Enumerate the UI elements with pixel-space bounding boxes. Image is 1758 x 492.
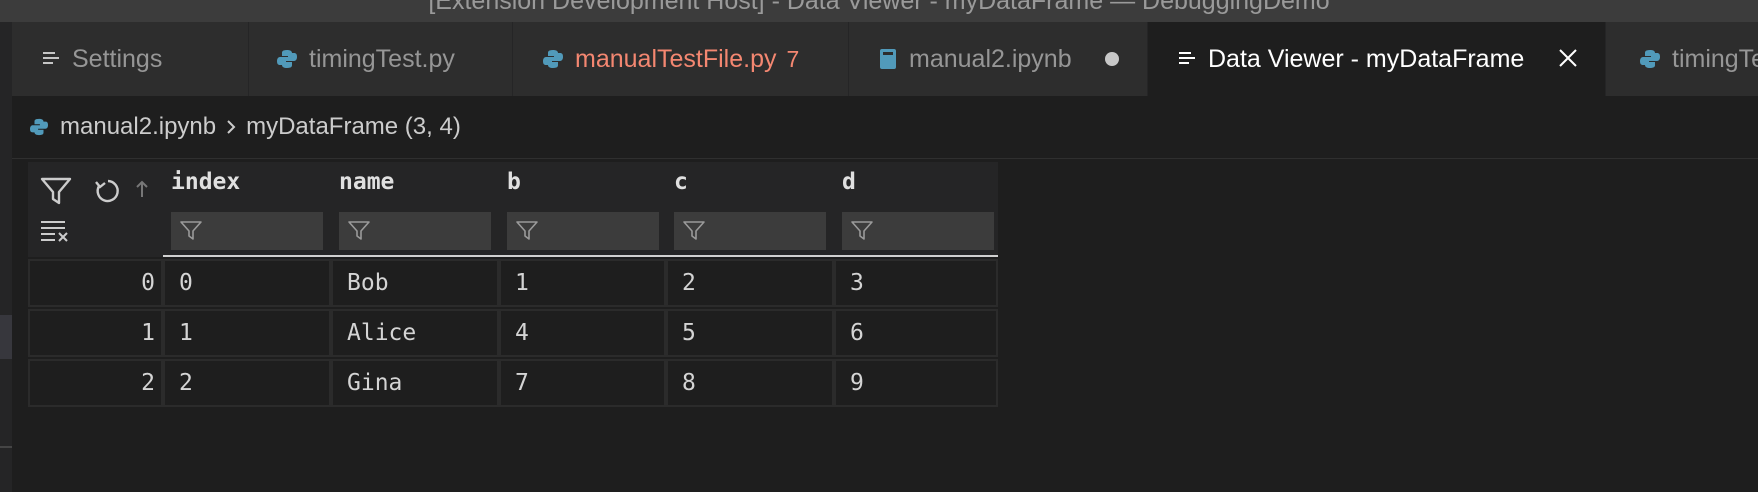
tab-timingtest-overflow[interactable]: timingTest.py bbox=[1606, 22, 1758, 96]
tab-label: timingTest.py bbox=[1672, 44, 1758, 73]
column-label: d bbox=[842, 169, 856, 195]
tab-label: manualTestFile.py bbox=[575, 44, 777, 73]
filter-toggle-icon[interactable] bbox=[40, 176, 72, 210]
tab-settings[interactable]: Settings bbox=[12, 22, 249, 96]
column-header-name[interactable]: name bbox=[331, 162, 499, 257]
problems-count-badge: 7 bbox=[786, 45, 800, 72]
column-filter-input[interactable] bbox=[507, 212, 659, 250]
column-header-index[interactable]: index bbox=[163, 162, 331, 257]
breadcrumb-file[interactable]: manual2.ipynb bbox=[60, 113, 216, 141]
preview-icon bbox=[1178, 50, 1196, 68]
filter-icon bbox=[348, 221, 370, 240]
tab-label: timingTest.py bbox=[309, 44, 455, 73]
filter-icon bbox=[683, 221, 705, 240]
python-icon bbox=[543, 49, 563, 69]
header-divider bbox=[163, 255, 998, 257]
tab-manualtestfile[interactable]: manualTestFile.py 7 bbox=[513, 22, 849, 96]
table-cell[interactable]: 6 bbox=[834, 309, 998, 357]
column-label: index bbox=[171, 169, 241, 195]
clear-filters-icon[interactable] bbox=[40, 219, 72, 247]
python-icon bbox=[277, 49, 297, 69]
filter-icon bbox=[180, 221, 202, 240]
column-filter-input[interactable] bbox=[674, 212, 826, 250]
column-filter-input[interactable] bbox=[842, 212, 994, 250]
column-filter-input[interactable] bbox=[339, 212, 491, 250]
tab-manual2-notebook[interactable]: manual2.ipynb bbox=[849, 22, 1148, 96]
python-icon bbox=[1640, 49, 1660, 69]
table-cell[interactable]: Alice bbox=[331, 309, 499, 357]
row-index-cell[interactable]: 2 bbox=[28, 359, 163, 407]
table-row[interactable]: 0 0 Bob 1 2 3 bbox=[28, 259, 998, 307]
table-cell[interactable]: 8 bbox=[666, 359, 834, 407]
table-cell[interactable]: 9 bbox=[834, 359, 998, 407]
tab-label: Data Viewer - myDataFrame bbox=[1208, 44, 1525, 73]
column-header-b[interactable]: b bbox=[499, 162, 666, 257]
table-cell[interactable]: Bob bbox=[331, 259, 499, 307]
column-header-c[interactable]: c bbox=[666, 162, 834, 257]
close-icon[interactable] bbox=[1557, 47, 1579, 69]
breadcrumb-divider bbox=[12, 158, 1758, 159]
settings-icon bbox=[42, 50, 60, 68]
window-titlebar: [Extension Development Host] - Data View… bbox=[0, 0, 1758, 22]
filter-icon bbox=[516, 221, 538, 240]
table-cell[interactable]: 3 bbox=[834, 259, 998, 307]
table-cell[interactable]: 0 bbox=[163, 259, 331, 307]
refresh-icon[interactable] bbox=[94, 176, 122, 210]
table-cell[interactable]: 2 bbox=[163, 359, 331, 407]
column-label: c bbox=[674, 169, 688, 195]
table-cell[interactable]: 1 bbox=[163, 309, 331, 357]
activity-strip-divider bbox=[0, 446, 12, 448]
table-row[interactable]: 2 2 Gina 7 8 9 bbox=[28, 359, 998, 407]
unsaved-dot-icon[interactable] bbox=[1105, 52, 1119, 66]
table-cell[interactable]: 7 bbox=[499, 359, 666, 407]
column-label: b bbox=[507, 169, 521, 195]
editor-tab-bar: Settings timingTest.py manualTestFile.py… bbox=[12, 22, 1758, 96]
column-header-d[interactable]: d bbox=[834, 162, 998, 257]
tab-data-viewer[interactable]: Data Viewer - myDataFrame bbox=[1148, 22, 1606, 96]
breadcrumb: manual2.ipynb myDataFrame (3, 4) bbox=[12, 96, 1758, 158]
row-index-cell[interactable]: 1 bbox=[28, 309, 163, 357]
row-index-cell[interactable]: 0 bbox=[28, 259, 163, 307]
table-cell[interactable]: 5 bbox=[666, 309, 834, 357]
grid-toolbar bbox=[28, 162, 163, 257]
grid-header: index name b c d bbox=[28, 162, 998, 257]
table-cell[interactable]: Gina bbox=[331, 359, 499, 407]
table-cell[interactable]: 2 bbox=[666, 259, 834, 307]
notebook-icon bbox=[879, 48, 897, 70]
tab-timingtest[interactable]: timingTest.py bbox=[249, 22, 513, 96]
tab-label: manual2.ipynb bbox=[909, 44, 1072, 73]
column-label: name bbox=[339, 169, 395, 195]
window-title: [Extension Development Host] - Data View… bbox=[428, 0, 1330, 15]
table-cell[interactable]: 1 bbox=[499, 259, 666, 307]
python-icon bbox=[30, 118, 48, 136]
activity-strip-highlight bbox=[0, 315, 12, 359]
column-filter-input[interactable] bbox=[171, 212, 323, 250]
table-row[interactable]: 1 1 Alice 4 5 6 bbox=[28, 309, 998, 357]
tab-label: Settings bbox=[72, 44, 163, 73]
sort-ascending-icon[interactable] bbox=[134, 178, 150, 204]
breadcrumb-item[interactable]: myDataFrame (3, 4) bbox=[246, 113, 461, 141]
chevron-right-icon bbox=[224, 118, 238, 136]
table-cell[interactable]: 4 bbox=[499, 309, 666, 357]
activity-strip bbox=[0, 22, 12, 492]
filter-icon bbox=[851, 221, 873, 240]
